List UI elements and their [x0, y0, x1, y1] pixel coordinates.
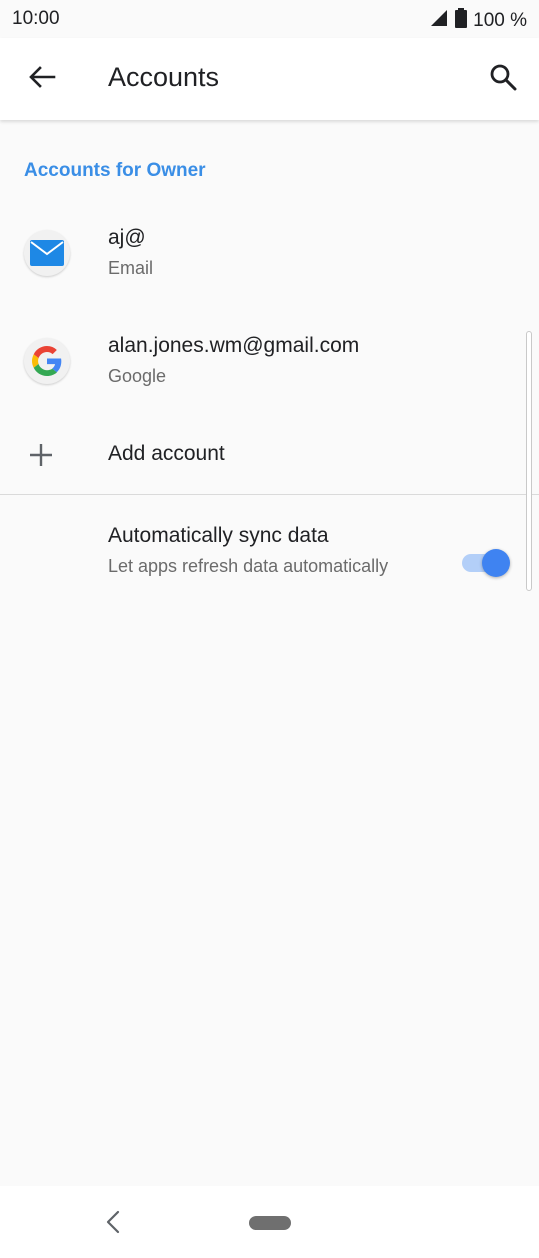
page-title: Accounts	[108, 62, 220, 92]
divider	[0, 494, 539, 495]
plus-icon	[28, 442, 54, 468]
nav-back-icon[interactable]	[100, 1208, 128, 1236]
account-type: Google	[108, 366, 167, 386]
battery-icon	[455, 8, 468, 34]
back-button[interactable]	[20, 59, 64, 99]
status-icons: 100 %	[429, 8, 527, 34]
search-button[interactable]	[483, 59, 523, 99]
nav-home-pill-icon[interactable]	[249, 1216, 291, 1230]
status-time: 10:00	[12, 8, 60, 29]
add-account-label: Add account	[108, 442, 225, 465]
section-header: Accounts for Owner	[24, 160, 206, 181]
account-title: alan.jones.wm@gmail.com	[108, 334, 360, 357]
arrow-left-icon	[28, 65, 56, 94]
auto-sync-title: Automatically sync data	[108, 524, 329, 547]
signal-icon	[429, 9, 449, 33]
google-g-icon	[24, 338, 70, 384]
auto-sync-description: Let apps refresh data automatically	[108, 556, 389, 576]
account-type: Email	[108, 258, 154, 278]
scrollbar[interactable]	[526, 331, 532, 591]
system-nav-bar	[0, 1186, 539, 1258]
toggle-thumb	[482, 549, 510, 577]
account-item-google[interactable]: alan.jones.wm@gmail.com Google	[0, 322, 539, 418]
status-bar: 10:00 100 %	[0, 0, 539, 38]
search-icon	[489, 63, 517, 96]
email-envelope-icon	[24, 230, 70, 276]
auto-sync-setting[interactable]: Automatically sync data Let apps refresh…	[0, 514, 539, 614]
account-title: aj@	[108, 226, 146, 249]
add-account-button[interactable]: Add account	[0, 420, 539, 490]
account-item-email[interactable]: aj@ Email	[0, 212, 539, 308]
auto-sync-toggle[interactable]	[462, 548, 510, 577]
app-bar: Accounts	[0, 38, 539, 120]
battery-percent: 100 %	[473, 10, 527, 31]
